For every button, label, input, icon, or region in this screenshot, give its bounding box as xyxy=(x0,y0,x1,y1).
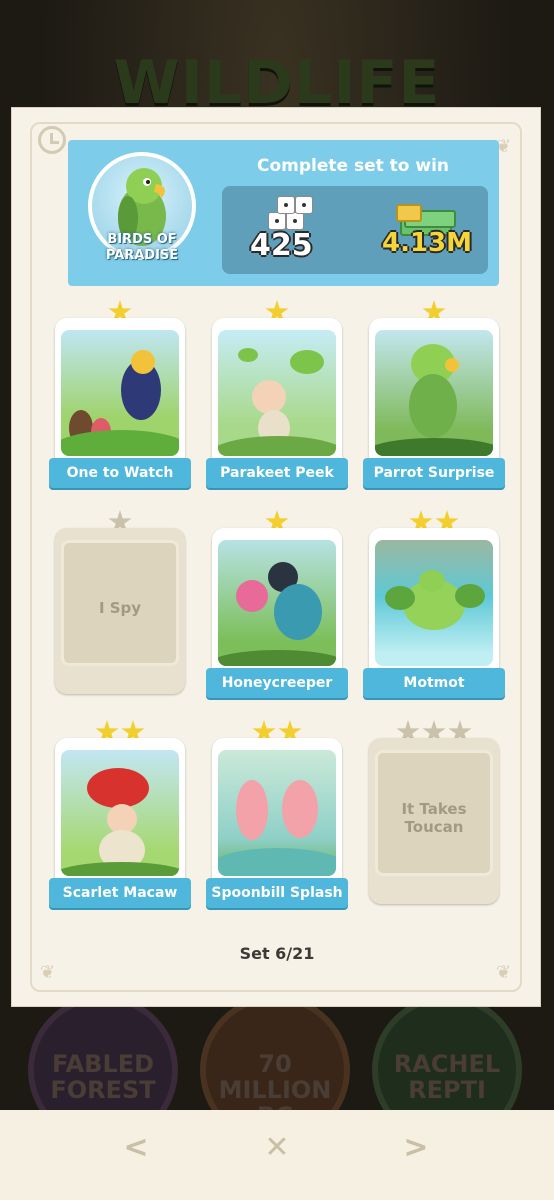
card-art xyxy=(61,330,179,456)
card-label: Scarlet Macaw xyxy=(49,878,191,908)
card-label: It Takes Toucan xyxy=(401,800,467,836)
card-label: One to Watch xyxy=(49,458,191,488)
close-button[interactable]: ✕ xyxy=(257,1128,297,1168)
corner-ornament-icon: ❦ xyxy=(40,962,56,983)
next-set-button[interactable]: > xyxy=(396,1128,436,1168)
card-label: Parrot Surprise xyxy=(363,458,505,488)
card-art xyxy=(218,330,336,456)
set-subtitle: Complete set to win xyxy=(256,156,450,176)
card-it-takes-toucan-locked[interactable]: It Takes Toucan xyxy=(369,720,499,904)
card-motmot[interactable]: Motmot xyxy=(363,510,505,698)
corner-ornament-icon: ❦ xyxy=(496,962,512,983)
background-sets: FABLED FOREST 70 MILLION BC RACHEL REPTI xyxy=(0,995,554,1145)
history-icon[interactable] xyxy=(38,126,66,154)
card-spoonbill-splash[interactable]: Spoonbill Splash xyxy=(206,720,348,908)
card-art xyxy=(375,540,493,666)
card-honeycreeper[interactable]: Honeycreeper xyxy=(206,510,348,698)
card-i-spy-locked[interactable]: I Spy xyxy=(55,510,185,694)
card-label: Honeycreeper xyxy=(206,668,348,698)
corner-ornament-icon: ❦ xyxy=(496,136,512,157)
card-scarlet-macaw[interactable]: Scarlet Macaw xyxy=(49,720,191,908)
card-parakeet-peek[interactable]: Parakeet Peek xyxy=(206,300,348,488)
set-badge: BIRDS OF PARADISE xyxy=(84,146,200,278)
card-label: I Spy xyxy=(98,599,142,617)
reward-cash-amount: 4.13M xyxy=(382,228,473,258)
set-name: BIRDS OF PARADISE xyxy=(105,232,179,263)
card-one-to-watch[interactable]: One to Watch xyxy=(49,300,191,488)
set-counter: Set 6/21 xyxy=(239,944,315,963)
card-label: Spoonbill Splash xyxy=(206,878,348,908)
card-label: Parakeet Peek xyxy=(206,458,348,488)
previous-set-button[interactable]: < xyxy=(116,1128,156,1168)
card-art xyxy=(61,750,179,876)
reward-dice-count: 425 xyxy=(250,228,313,263)
card-art xyxy=(375,330,493,456)
card-label: Motmot xyxy=(363,668,505,698)
card-art xyxy=(218,750,336,876)
card-art xyxy=(218,540,336,666)
card-parrot-surprise[interactable]: Parrot Surprise xyxy=(363,300,505,488)
